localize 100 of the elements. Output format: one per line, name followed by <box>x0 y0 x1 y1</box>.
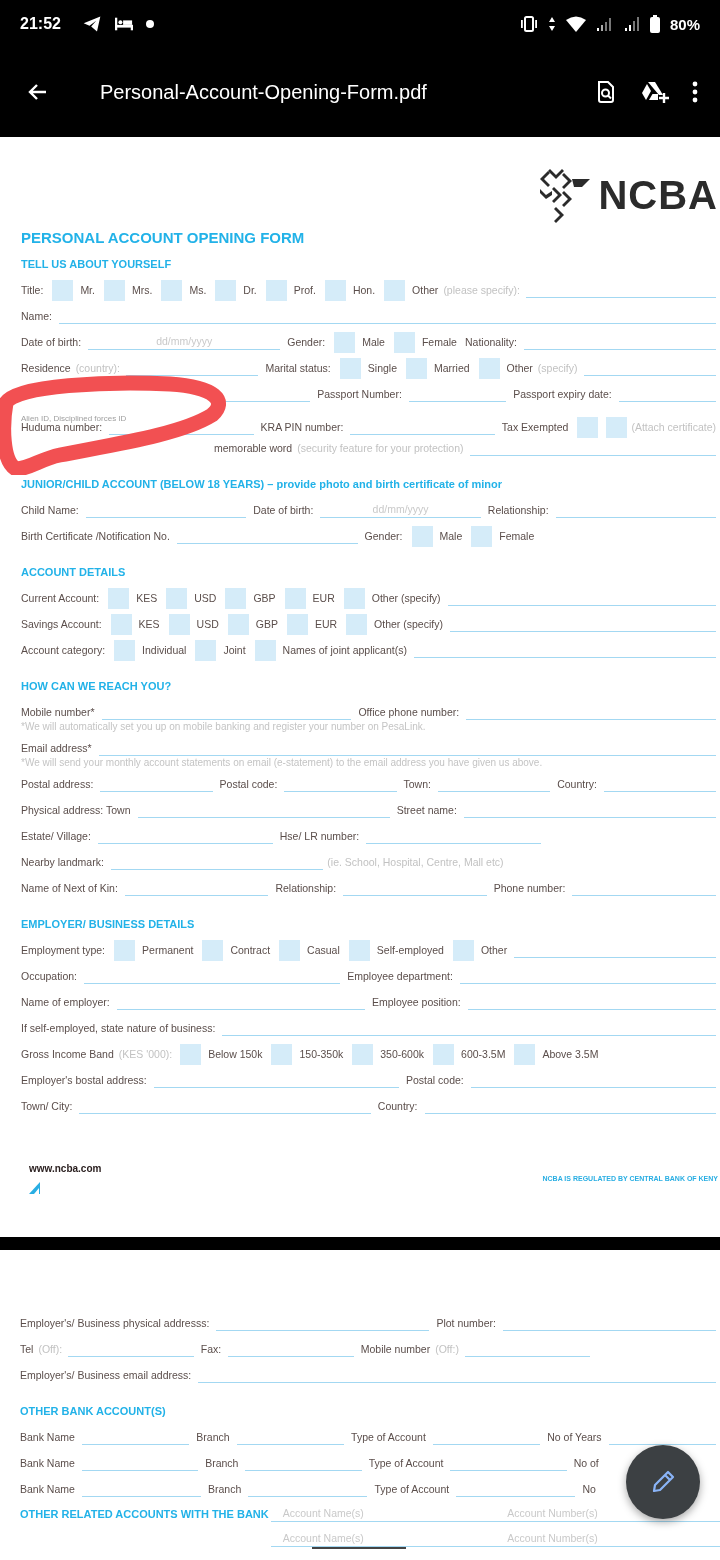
checkbox[interactable] <box>225 587 247 609</box>
field-label: Employment type: <box>21 944 106 956</box>
drive-add-icon <box>640 80 670 104</box>
checkbox[interactable] <box>411 525 433 547</box>
hint-text: (Attach certificate) <box>631 421 716 433</box>
checkbox[interactable] <box>180 1043 202 1065</box>
field-label: Employer's bostal address: <box>21 1074 147 1086</box>
checkbox[interactable] <box>348 939 370 961</box>
field-label: Fax: <box>200 1343 222 1355</box>
hint-text: (specify) <box>537 362 578 374</box>
field-label: Above 3.5M <box>542 1048 599 1060</box>
form-title: PERSONAL ACCOUNT OPENING FORM <box>21 229 306 248</box>
checkbox[interactable] <box>324 279 346 301</box>
field-label: Prof. <box>293 284 316 296</box>
field-label: Other <box>480 944 508 956</box>
checkbox[interactable] <box>406 357 427 379</box>
checkbox[interactable] <box>265 279 287 301</box>
field-label: Branch <box>196 1431 230 1443</box>
field-label: Bank Name <box>20 1431 75 1443</box>
field-label: Nationality: <box>464 336 517 348</box>
field-label: memorable word <box>214 442 293 454</box>
section-heading: EMPLOYER/ BUSINESS DETAILS <box>21 917 196 932</box>
checkbox[interactable] <box>202 939 224 961</box>
section-heading: OTHER RELATED ACCOUNTS WITH THE BANK <box>20 1507 269 1522</box>
website-link[interactable]: www.ncba.com <box>29 1163 102 1174</box>
checkbox[interactable] <box>271 1043 293 1065</box>
field-label: Huduma number: <box>21 421 103 433</box>
field-label: Tax Exempted <box>501 421 569 433</box>
field-label: Names of joint applicant(s) <box>282 644 407 656</box>
checkbox[interactable] <box>577 416 599 438</box>
more-options-icon <box>692 81 698 103</box>
checkbox[interactable] <box>471 525 493 547</box>
checkbox[interactable] <box>279 939 301 961</box>
checkbox[interactable] <box>452 939 474 961</box>
field-label: EUR <box>314 618 338 630</box>
field-label: Phone number: <box>493 882 566 894</box>
checkbox[interactable] <box>346 613 368 635</box>
section-heading: ACCOUNT DETAILS <box>21 565 127 580</box>
checkbox[interactable] <box>161 279 183 301</box>
checkbox[interactable] <box>334 331 356 353</box>
field-label: USD <box>196 618 219 630</box>
field-label: Physical address: Town <box>21 804 131 816</box>
checkbox[interactable] <box>254 639 276 661</box>
checkbox[interactable] <box>514 1043 536 1065</box>
checkbox[interactable] <box>352 1043 374 1065</box>
field-label: Employee department: <box>347 970 453 982</box>
checkbox[interactable] <box>478 357 500 379</box>
field-label: Employer's/ Business physical addresss: <box>20 1317 210 1329</box>
field-label: Employee position: <box>372 996 461 1008</box>
field-label: Occupation: <box>21 970 78 982</box>
field-label: Other (specify) <box>371 592 441 604</box>
checkbox[interactable] <box>343 587 365 609</box>
checkbox[interactable] <box>393 331 415 353</box>
clock-time: 21:52 <box>20 15 61 33</box>
checkbox[interactable] <box>215 279 237 301</box>
home-indicator[interactable] <box>312 1547 406 1549</box>
field-label: Tel <box>20 1343 34 1355</box>
field-label: Type of Account <box>351 1431 426 1443</box>
signal-icon <box>623 16 640 32</box>
checkbox[interactable] <box>384 279 406 301</box>
checkbox[interactable] <box>166 587 188 609</box>
checkbox[interactable] <box>433 1043 455 1065</box>
section-heading: JUNIOR/CHILD ACCOUNT (BELOW 18 YEARS) – provide photo and birth certificate of minor <box>21 477 503 492</box>
field-label: Date of birth: <box>21 336 82 348</box>
field-label: Account category: <box>21 644 106 656</box>
field-label: Branch <box>208 1483 242 1495</box>
field-label: Current Account: <box>21 592 100 604</box>
checkbox[interactable] <box>339 357 361 379</box>
field-label: Postal address: <box>21 778 94 790</box>
checkbox[interactable] <box>286 613 308 635</box>
checkbox[interactable] <box>168 613 190 635</box>
field-label: Gross Income Band <box>21 1048 114 1060</box>
checkbox[interactable] <box>114 939 136 961</box>
triangle-mark-icon <box>29 1182 41 1194</box>
field-label: 600-3.5M <box>461 1048 506 1060</box>
field-label: GBP <box>255 618 278 630</box>
field-label: Casual <box>307 944 340 956</box>
field-label: No of Years <box>547 1431 602 1443</box>
section-heading: OTHER BANK ACCOUNT(S) <box>20 1404 167 1419</box>
field-label: Town: <box>403 778 431 790</box>
field-label: Street name: <box>396 804 457 816</box>
checkbox[interactable] <box>110 613 132 635</box>
checkbox[interactable] <box>108 587 130 609</box>
checkbox[interactable] <box>103 279 125 301</box>
field-label: Other <box>412 284 439 296</box>
field-label: Birth Certificate /Notification No. <box>21 530 170 542</box>
checkbox[interactable] <box>284 587 306 609</box>
field-label: Male <box>439 530 463 542</box>
checkbox[interactable] <box>606 416 628 438</box>
field-label: Relationship: <box>487 504 549 516</box>
wifi-icon <box>565 16 586 32</box>
field-label: Residence <box>21 362 71 374</box>
checkbox[interactable] <box>195 639 217 661</box>
checkbox[interactable] <box>52 279 74 301</box>
field-label: Postal code: <box>405 1074 464 1086</box>
battery-icon <box>649 15 660 33</box>
checkbox[interactable] <box>227 613 249 635</box>
field-label: If self-employed, state nature of business: <box>21 1022 216 1034</box>
field-label: Below 150k <box>208 1048 263 1060</box>
checkbox[interactable] <box>114 639 136 661</box>
